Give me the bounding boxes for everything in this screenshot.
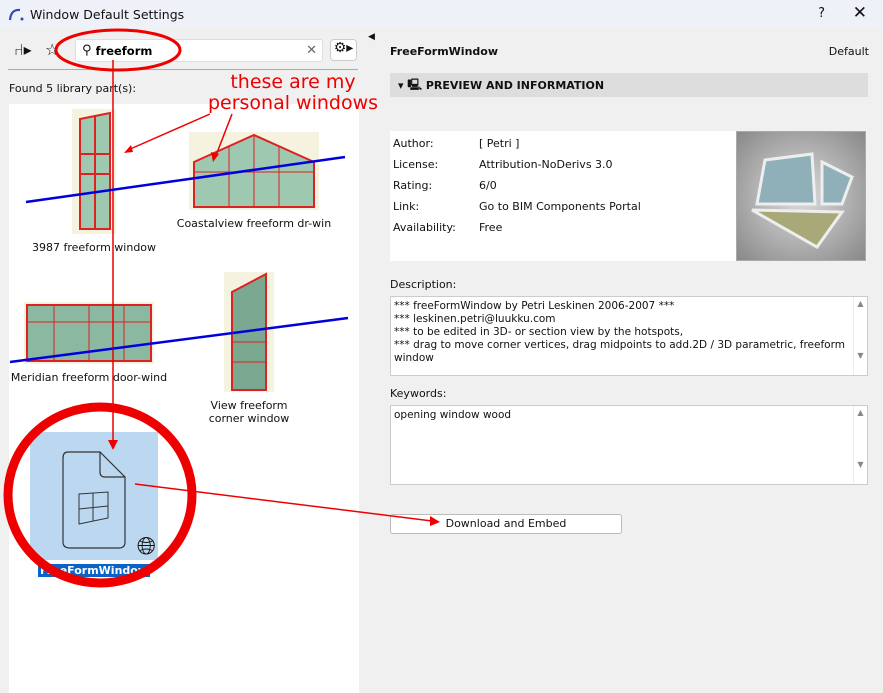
clear-search-icon[interactable]: ✕: [306, 43, 317, 58]
star-icon[interactable]: ☆: [45, 40, 59, 59]
default-label: Default: [828, 45, 869, 58]
library-item[interactable]: View freeform corner window: [164, 272, 334, 425]
description-label: Description:: [390, 278, 457, 291]
description-line: *** to be edited in 3D- or section view …: [394, 326, 684, 338]
scrollbar[interactable]: ▲ ▼: [853, 406, 867, 484]
item-label: 3987 freeform window: [31, 241, 157, 254]
description-line: *** leskinen.petri@luukku.com: [394, 313, 556, 325]
search-icon: ⚲: [82, 43, 92, 58]
found-count: Found 5 library part(s):: [9, 82, 137, 95]
item-label: Coastalview freeform dr-win: [176, 217, 332, 230]
document-thumbnail: 🌐︎: [30, 432, 158, 560]
part-title: FreeFormWindow: [390, 45, 498, 58]
section-header[interactable]: ▾ 🖳︎ PREVIEW AND INFORMATION: [390, 73, 868, 97]
settings-gear-button[interactable]: ⚙▸: [330, 39, 357, 61]
info-table: Author: [ Petri ] License: Attribution-NoD…: [390, 131, 736, 261]
window-thumbnail: [24, 302, 154, 364]
title-bar: Window Default Settings ? ✕: [0, 0, 883, 28]
item-label: View freeform corner window: [208, 399, 290, 425]
annotation-text: these are my personal windows: [207, 71, 379, 114]
preview-icon: 🖳︎: [407, 77, 426, 91]
info-key: License:: [393, 158, 439, 171]
chair-icon[interactable]: ⑁▸: [14, 40, 32, 59]
preview-image: [736, 131, 866, 261]
window-thumbnail: [72, 109, 116, 234]
window-thumbnail: [189, 132, 319, 210]
help-button[interactable]: ?: [818, 6, 825, 21]
info-value: 6/0: [479, 179, 497, 192]
keywords-text: opening window wood: [394, 409, 512, 421]
close-button[interactable]: ✕: [853, 3, 867, 23]
info-panel: FreeFormWindow Default ▾ 🖳︎ PREVIEW AND …: [374, 28, 883, 693]
info-key: Link:: [393, 200, 420, 213]
search-field[interactable]: ⚲ ✕: [75, 39, 323, 62]
search-input[interactable]: [95, 43, 296, 58]
portal-link[interactable]: Go to BIM Components Portal: [479, 200, 641, 221]
library-item[interactable]: Coastalview freeform dr-win: [169, 132, 339, 230]
item-label: Meridian freeform door-wind: [10, 371, 168, 384]
info-value: Attribution-NoDerivs 3.0: [479, 158, 613, 171]
divider: [8, 69, 358, 70]
library-item-selected[interactable]: 🌐︎ FreeFormWindow: [9, 432, 179, 577]
scrollbar[interactable]: ▲ ▼: [853, 297, 867, 375]
keywords-label: Keywords:: [390, 387, 447, 400]
description-textarea[interactable]: *** freeFormWindow by Petri Leskinen 200…: [390, 296, 868, 376]
library-grid: 3987 freeform window Coastalview freefor…: [9, 104, 359, 693]
download-embed-button[interactable]: Download and Embed: [390, 514, 622, 534]
description-line: *** freeFormWindow by Petri Leskinen 200…: [394, 300, 675, 312]
window-title: Window Default Settings: [30, 6, 185, 22]
expand-triangle-icon: ▾: [398, 78, 408, 92]
info-key: Availability:: [393, 221, 456, 234]
info-value: Free: [479, 221, 503, 234]
info-key: Rating:: [393, 179, 433, 192]
keywords-textarea[interactable]: opening window wood ▲ ▼: [390, 405, 868, 485]
section-title: PREVIEW AND INFORMATION: [425, 78, 605, 92]
library-item[interactable]: Meridian freeform door-wind: [4, 302, 174, 384]
window-thumbnail: [224, 272, 274, 392]
item-label: FreeFormWindow: [38, 564, 150, 577]
library-item[interactable]: 3987 freeform window: [9, 109, 179, 254]
description-line: *** drag to move corner vertices, drag m…: [394, 339, 845, 364]
globe-icon: 🌐︎: [136, 532, 156, 560]
app-logo-icon: [8, 8, 24, 21]
info-key: Author:: [393, 137, 434, 150]
info-value: [ Petri ]: [479, 137, 520, 150]
